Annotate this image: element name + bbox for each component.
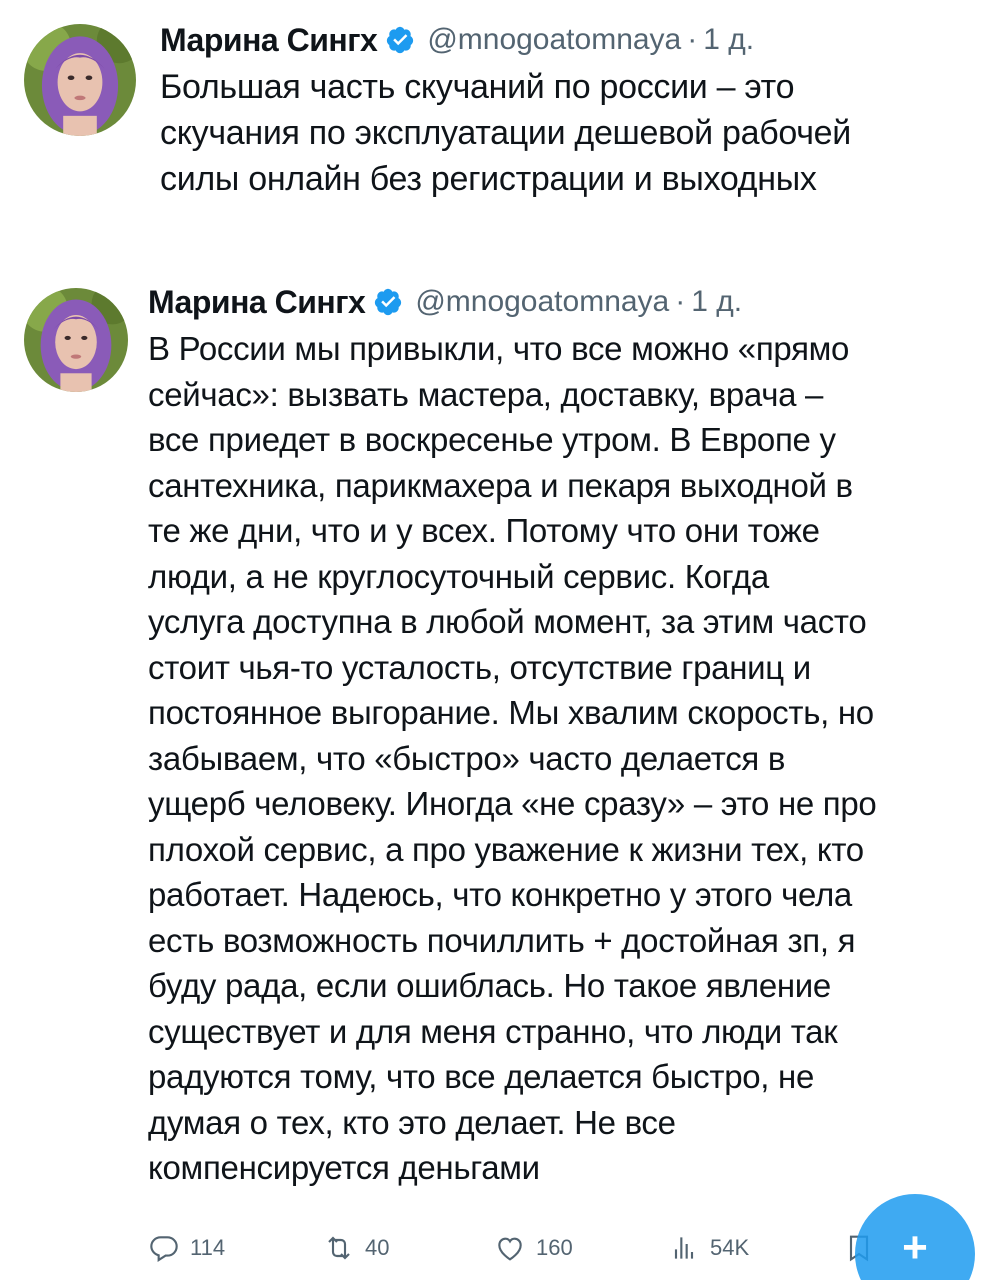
avatar-image: [24, 24, 136, 136]
reply-icon: [150, 1236, 178, 1262]
views-count: 54K: [710, 1235, 750, 1260]
author-name[interactable]: Марина Сингх: [160, 22, 378, 59]
timestamp[interactable]: 1 д.: [703, 23, 754, 57]
reply-count: 114: [190, 1235, 226, 1260]
verified-badge-icon: [373, 287, 403, 317]
heart-icon: [498, 1237, 522, 1261]
like-button[interactable]: 160: [494, 1232, 573, 1264]
retweet-icon: [328, 1236, 350, 1260]
verified-badge-icon: [385, 25, 415, 55]
author-handle[interactable]: @mnogoatomnaya: [427, 23, 681, 57]
separator: ·: [687, 23, 698, 56]
reply-button[interactable]: 114: [148, 1232, 225, 1264]
timestamp[interactable]: 1 д.: [691, 285, 742, 319]
tweet-text: В России мы привыкли, что все можно «пря…: [148, 330, 877, 1186]
compose-plus-icon: +: [902, 1223, 928, 1272]
avatar-image: [24, 288, 128, 392]
retweet-count: 40: [365, 1235, 390, 1260]
avatar[interactable]: [24, 288, 128, 392]
views-icon: [674, 1237, 694, 1259]
avatar[interactable]: [24, 24, 136, 136]
timeline: Марина Сингх @mnogoatomnaya · 1 д. Больш…: [0, 0, 989, 1280]
separator: ·: [675, 285, 686, 318]
tweet-header: Марина Сингх @mnogoatomnaya · 1 д.: [160, 18, 971, 62]
author-handle[interactable]: @mnogoatomnaya: [415, 285, 669, 319]
tweet-text: Большая часть скучаний по россии – это с…: [160, 68, 851, 198]
compose-button[interactable]: +: [855, 1194, 975, 1280]
retweet-button[interactable]: 40: [323, 1232, 389, 1264]
tweet-header: Марина Сингх @mnogoatomnaya · 1 д.: [148, 280, 977, 324]
author-name[interactable]: Марина Сингх: [148, 284, 366, 321]
views-button[interactable]: 54K: [668, 1232, 749, 1264]
like-count: 160: [536, 1235, 573, 1260]
